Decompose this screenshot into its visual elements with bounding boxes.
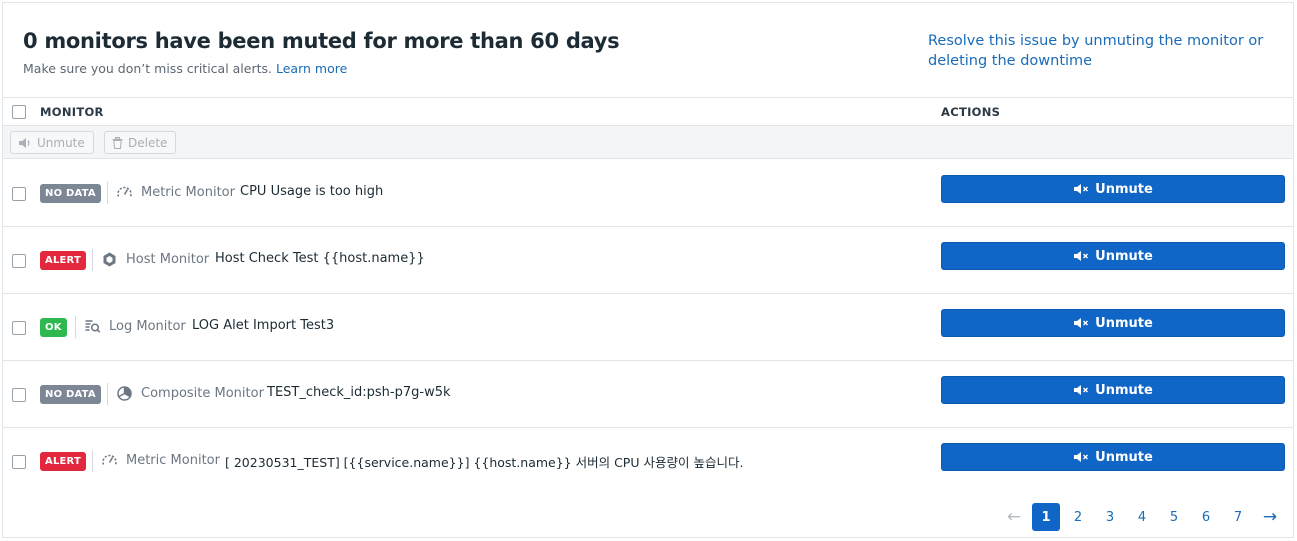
bulk-actions-bar: Unmute Delete <box>3 126 1293 159</box>
unmute-label: Unmute <box>1095 248 1153 264</box>
bulk-unmute-button[interactable]: Unmute <box>10 131 94 154</box>
metric-gauge-icon <box>117 186 132 197</box>
panel-header: 0 monitors have been muted for more than… <box>3 3 1293 98</box>
bulk-delete-label: Delete <box>128 135 168 150</box>
unmute-button[interactable]: Unmute <box>941 242 1285 270</box>
unmute-label: Unmute <box>1095 449 1153 465</box>
unmute-button[interactable]: Unmute <box>941 443 1285 471</box>
divider <box>92 249 93 271</box>
speaker-mute-icon <box>1074 318 1089 328</box>
row-checkbox[interactable] <box>12 254 26 268</box>
monitor-name-link[interactable]: Host Check Test {{host.name}} <box>215 251 425 266</box>
host-hexagon-icon <box>103 252 116 267</box>
subtitle: Make sure you don’t miss critical alerts… <box>23 61 347 76</box>
divider <box>75 316 76 338</box>
status-badge: OK <box>40 318 67 337</box>
unmute-button[interactable]: Unmute <box>941 309 1285 337</box>
monitor-type: Metric Monitor <box>141 185 235 200</box>
status-badge: NO DATA <box>40 385 101 404</box>
table-row: NO DATA Metric Monitor CPU Usage is too … <box>3 160 1293 227</box>
monitor-name-link[interactable]: CPU Usage is too high <box>240 184 383 199</box>
monitor-name-link[interactable]: TEST_check_id:psh-p7g-w5k <box>267 385 451 400</box>
row-checkbox[interactable] <box>12 455 26 469</box>
divider <box>92 450 93 472</box>
select-all-checkbox[interactable] <box>12 105 26 119</box>
monitor-name-link[interactable]: LOG Alet Import Test3 <box>192 318 334 333</box>
muted-monitors-panel: 0 monitors have been muted for more than… <box>2 2 1294 538</box>
table-row: ALERT Host Monitor Host Check Test {{hos… <box>3 227 1293 294</box>
unmute-button[interactable]: Unmute <box>941 376 1285 404</box>
speaker-mute-icon <box>1074 452 1089 462</box>
page-button-3[interactable]: 3 <box>1096 503 1124 531</box>
monitor-type: Log Monitor <box>109 319 186 334</box>
status-badge: ALERT <box>40 251 87 270</box>
page-button-4[interactable]: 4 <box>1128 503 1156 531</box>
divider <box>107 383 108 405</box>
trash-icon <box>112 136 123 149</box>
composite-icon <box>117 386 132 401</box>
page-button-2[interactable]: 2 <box>1064 503 1092 531</box>
table-row: OK Log Monitor LOG Alet Import Test3 Unm… <box>3 294 1293 361</box>
page-title: 0 monitors have been muted for more than… <box>23 29 620 53</box>
monitor-name-link[interactable]: [ 20230531_TEST] [{{service.name}}] {{ho… <box>225 452 743 471</box>
page-button-1[interactable]: 1 <box>1032 503 1060 531</box>
unmute-label: Unmute <box>1095 315 1153 331</box>
table-header: MONITOR ACTIONS <box>3 98 1293 126</box>
monitor-type: Metric Monitor <box>126 453 220 468</box>
learn-more-link[interactable]: Learn more <box>276 61 347 76</box>
table-row: NO DATA Composite Monitor TEST_check_id:… <box>3 361 1293 428</box>
resolve-issue-link[interactable]: Resolve this issue by unmuting the monit… <box>928 31 1273 71</box>
speaker-mute-icon <box>1074 184 1089 194</box>
speaker-mute-icon <box>1074 251 1089 261</box>
monitor-type: Host Monitor <box>126 252 210 267</box>
unmute-button[interactable]: Unmute <box>941 175 1285 203</box>
page-button-5[interactable]: 5 <box>1160 503 1188 531</box>
divider <box>107 182 108 204</box>
next-page-arrow-icon[interactable]: → <box>1256 503 1284 531</box>
metric-gauge-icon <box>102 454 117 465</box>
row-checkbox[interactable] <box>12 388 26 402</box>
bulk-unmute-label: Unmute <box>37 135 85 150</box>
monitor-type: Composite Monitor <box>141 386 264 401</box>
page-button-6[interactable]: 6 <box>1192 503 1220 531</box>
status-badge: NO DATA <box>40 184 101 203</box>
row-checkbox[interactable] <box>12 321 26 335</box>
column-header-actions: ACTIONS <box>941 105 1001 119</box>
prev-page-arrow-icon[interactable]: ← <box>1000 503 1028 531</box>
column-header-monitor: MONITOR <box>40 105 104 119</box>
log-search-icon <box>85 320 101 333</box>
unmute-label: Unmute <box>1095 382 1153 398</box>
status-badge: ALERT <box>40 452 87 471</box>
table-row: ALERT Metric Monitor [ 20230531_TEST] [{… <box>3 428 1293 495</box>
bulk-delete-button[interactable]: Delete <box>104 131 176 154</box>
subtitle-text: Make sure you don’t miss critical alerts… <box>23 61 272 76</box>
speaker-icon <box>19 137 30 148</box>
unmute-label: Unmute <box>1095 181 1153 197</box>
row-checkbox[interactable] <box>12 187 26 201</box>
page-button-7[interactable]: 7 <box>1224 503 1252 531</box>
speaker-mute-icon <box>1074 385 1089 395</box>
